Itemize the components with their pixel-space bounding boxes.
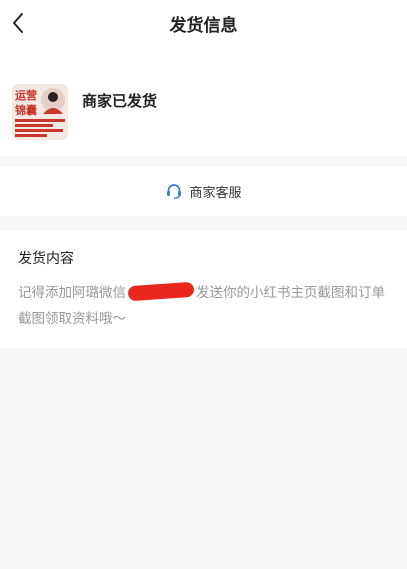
merchant-logo: 运营 锦囊 xyxy=(12,84,68,140)
customer-service-button[interactable]: 商家客服 xyxy=(0,166,407,216)
svg-text:锦囊: 锦囊 xyxy=(15,103,38,117)
merchant-status: 商家已发货 xyxy=(82,92,158,110)
merchant-card: 运营 锦囊 商家已发货 xyxy=(0,46,407,156)
shipment-content-card: 发货内容 记得添加阿璐微信 发送你的小红书主页截图和订单截图领取资料哦～ xyxy=(0,230,407,348)
page-title: 发货信息 xyxy=(169,16,238,36)
top-nav-bar: 发货信息 xyxy=(0,0,407,46)
redaction-mark xyxy=(127,281,195,302)
shipment-content-heading: 发货内容 xyxy=(18,251,74,267)
svg-text:运营: 运营 xyxy=(15,88,37,102)
shipment-text-before: 记得添加阿璐微信 xyxy=(18,285,126,301)
headset-icon xyxy=(167,184,182,199)
shipment-content-text: 记得添加阿璐微信 发送你的小红书主页截图和订单截图领取资料哦～ xyxy=(18,280,394,332)
customer-service-label: 商家客服 xyxy=(189,185,242,201)
